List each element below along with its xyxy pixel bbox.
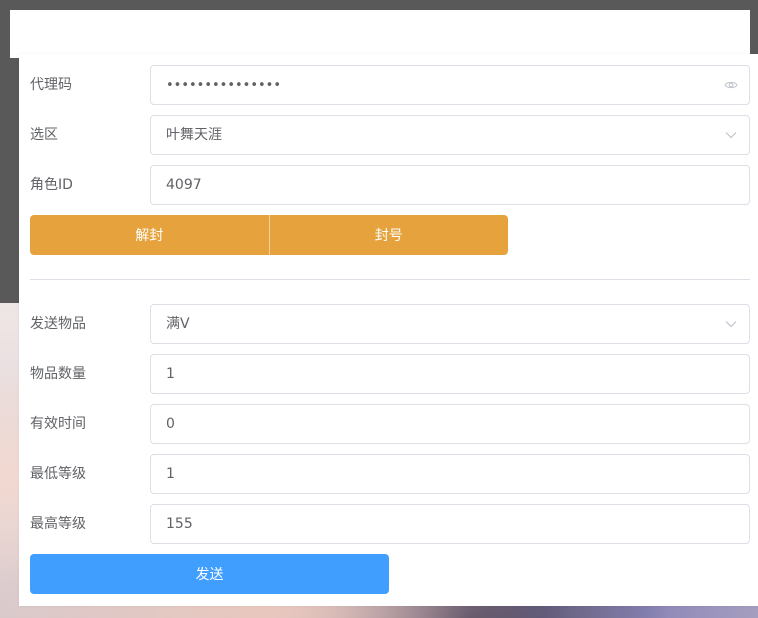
agent-code-label: 代理码 — [30, 77, 72, 93]
agent-code-value: ••••••••••••••• — [166, 78, 282, 93]
zone-label: 选区 — [30, 127, 58, 143]
min-level-input[interactable]: 1 — [150, 454, 750, 494]
min-level-value: 1 — [166, 466, 175, 482]
min-level-label: 最低等级 — [30, 466, 86, 482]
zone-row: 选区 叶舞天涯 — [30, 115, 750, 155]
quantity-input[interactable]: 1 — [150, 354, 750, 394]
role-id-value: 4097 — [166, 177, 202, 193]
form-panel: 代理码 ••••••••••••••• 选区 叶舞天涯 角色ID 4097 解封… — [19, 54, 758, 606]
chevron-down-icon[interactable] — [723, 116, 739, 154]
agent-code-input[interactable]: ••••••••••••••• — [150, 65, 750, 105]
agent-code-row: 代理码 ••••••••••••••• — [30, 65, 750, 105]
min-level-row: 最低等级 1 — [30, 454, 750, 494]
valid-time-row: 有效时间 0 — [30, 404, 750, 444]
zone-value: 叶舞天涯 — [166, 127, 222, 143]
quantity-row: 物品数量 1 — [30, 354, 750, 394]
max-level-input[interactable]: 155 — [150, 504, 750, 544]
ban-button[interactable]: 封号 — [268, 215, 508, 255]
max-level-row: 最高等级 155 — [30, 504, 750, 544]
header-area — [10, 10, 750, 58]
max-level-label: 最高等级 — [30, 516, 86, 532]
chevron-down-icon[interactable] — [723, 305, 739, 343]
zone-select[interactable]: 叶舞天涯 — [150, 115, 750, 155]
unban-button[interactable]: 解封 — [30, 215, 269, 255]
valid-time-label: 有效时间 — [30, 416, 86, 432]
role-id-label: 角色ID — [30, 177, 73, 193]
ban-button-group: 解封 封号 — [30, 215, 508, 255]
role-id-row: 角色ID 4097 — [30, 165, 750, 205]
role-id-input[interactable]: 4097 — [150, 165, 750, 205]
item-row: 发送物品 满V — [30, 304, 750, 344]
valid-time-input[interactable]: 0 — [150, 404, 750, 444]
quantity-value: 1 — [166, 366, 175, 382]
item-select[interactable]: 满V — [150, 304, 750, 344]
send-button[interactable]: 发送 — [30, 554, 389, 594]
divider — [30, 279, 750, 280]
valid-time-value: 0 — [166, 416, 175, 432]
eye-icon[interactable] — [723, 66, 739, 104]
item-label: 发送物品 — [30, 316, 86, 332]
max-level-value: 155 — [166, 516, 193, 532]
quantity-label: 物品数量 — [30, 366, 86, 382]
item-value: 满V — [166, 316, 190, 332]
